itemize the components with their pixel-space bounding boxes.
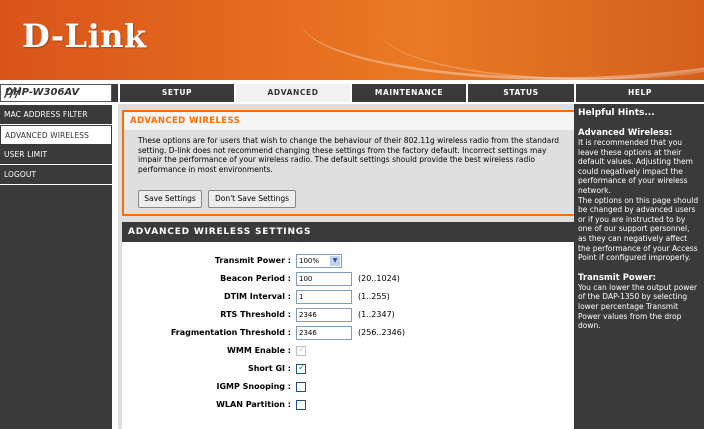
model-slash-icon: / / / <box>5 86 20 101</box>
beacon-period-label: Beacon Period : <box>220 274 291 283</box>
sidebar-item-advanced-wireless[interactable]: ADVANCED WIRELESS <box>0 125 112 145</box>
help-section-text: It is recommended that you leave these o… <box>578 138 693 195</box>
dtim-interval-row: DTIM Interval : 1 (1..255) <box>122 290 576 306</box>
sidebar-item-user-limit[interactable]: USER LIMIT <box>0 145 112 165</box>
transmit-power-value: 100% <box>299 257 320 265</box>
help-heading: Helpful Hints... <box>578 108 655 118</box>
transmit-power-select[interactable]: 100% ▼ <box>296 254 342 268</box>
panel-header: ADVANCED WIRELESS <box>124 112 574 130</box>
wlan-partition-row: WLAN Partition : <box>122 398 576 414</box>
dtim-interval-label: DTIM Interval : <box>223 292 291 301</box>
intro-text: These options are for users that wish to… <box>138 136 560 174</box>
short-gi-checkbox[interactable] <box>296 363 306 374</box>
short-gi-row: Short GI : <box>122 362 576 378</box>
rts-threshold-row: RTS Threshold : 2346 (1..2347) <box>122 308 576 324</box>
save-settings-button[interactable]: Save Settings <box>138 190 202 208</box>
igmp-snooping-label: IGMP Snooping : <box>216 382 291 391</box>
tab-setup[interactable]: SETUP <box>118 84 234 102</box>
igmp-snooping-checkbox[interactable] <box>296 382 306 392</box>
rts-threshold-range: (1..2347) <box>358 310 395 319</box>
wmm-enable-checkbox <box>296 345 306 356</box>
help-section-title: Advanced Wireless: <box>578 128 673 138</box>
tab-maintenance[interactable]: MAINTENANCE <box>350 84 466 102</box>
rts-threshold-label: RTS Threshold : <box>220 310 291 319</box>
dtim-interval-range: (1..255) <box>358 292 390 301</box>
fragmentation-threshold-range: (256..2346) <box>358 328 405 337</box>
sidebar-item-mac-address-filter[interactable]: MAC ADDRESS FILTER <box>0 105 112 125</box>
help-section-text: The options on this page should be chang… <box>578 195 699 263</box>
transmit-power-label: Transmit Power : <box>214 256 291 265</box>
dtim-interval-input[interactable]: 1 <box>296 290 352 304</box>
help-panel: Helpful Hints... Advanced Wireless: It i… <box>574 104 704 429</box>
sidebar-item-logout[interactable]: LOGOUT <box>0 165 112 185</box>
model-badge: DHP-W306AV / / / <box>0 84 112 102</box>
header-banner: D-Link <box>0 0 704 80</box>
beacon-period-input[interactable]: 100 <box>296 272 352 286</box>
wmm-enable-row: WMM Enable : <box>122 344 576 360</box>
settings-panel: ADVANCED WIRELESS SETTINGS Transmit Powe… <box>122 222 576 429</box>
wlan-partition-checkbox[interactable] <box>296 400 306 410</box>
panel-title: ADVANCED WIRELESS <box>130 116 241 126</box>
help-section-text: You can lower the output power of the DA… <box>578 282 698 331</box>
igmp-snooping-row: IGMP Snooping : <box>122 380 576 396</box>
settings-header: ADVANCED WIRELESS SETTINGS <box>122 222 576 242</box>
short-gi-label: Short GI : <box>247 364 291 373</box>
dont-save-settings-button[interactable]: Don't Save Settings <box>208 190 296 208</box>
transmit-power-row: Transmit Power : 100% ▼ <box>122 254 576 270</box>
sidebar: MAC ADDRESS FILTER ADVANCED WIRELESS USE… <box>0 104 112 429</box>
fragmentation-threshold-label: Fragmentation Threshold : <box>170 328 291 337</box>
tab-help[interactable]: HELP <box>574 84 704 102</box>
tab-status[interactable]: STATUS <box>466 84 574 102</box>
fragmentation-threshold-row: Fragmentation Threshold : 2346 (256..234… <box>122 326 576 342</box>
dlink-logo: D-Link <box>22 17 147 55</box>
chevron-down-icon[interactable]: ▼ <box>330 256 340 266</box>
wmm-enable-label: WMM Enable : <box>227 346 291 355</box>
settings-title: ADVANCED WIRELESS SETTINGS <box>128 227 312 237</box>
fragmentation-threshold-input[interactable]: 2346 <box>296 326 352 340</box>
help-section-title: Transmit Power: <box>578 272 656 283</box>
advanced-wireless-panel: ADVANCED WIRELESS These options are for … <box>122 110 576 216</box>
beacon-period-range: (20..1024) <box>358 274 400 283</box>
rts-threshold-input[interactable]: 2346 <box>296 308 352 322</box>
tab-advanced[interactable]: ADVANCED <box>234 84 350 102</box>
main-content: ADVANCED WIRELESS These options are for … <box>118 104 580 429</box>
wlan-partition-label: WLAN Partition : <box>216 400 291 409</box>
beacon-period-row: Beacon Period : 100 (20..1024) <box>122 272 576 288</box>
